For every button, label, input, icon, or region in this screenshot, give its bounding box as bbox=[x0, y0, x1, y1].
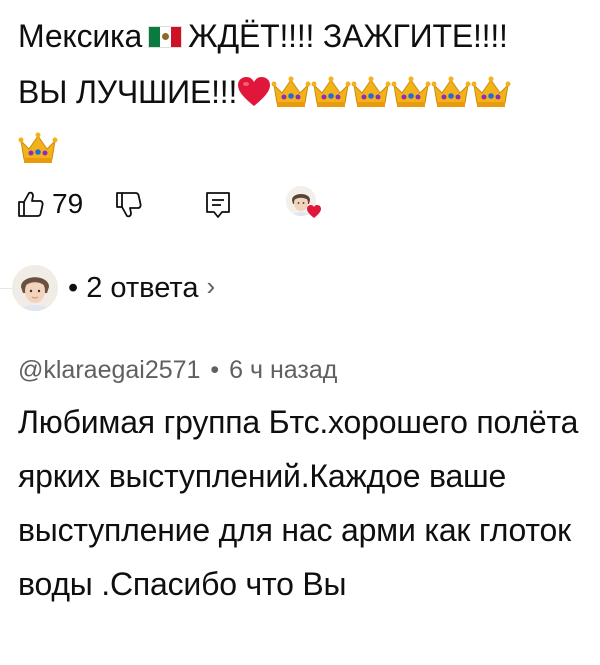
thumbs-up-icon bbox=[18, 191, 44, 217]
crown-icon bbox=[271, 76, 311, 107]
comment-header: @klaraegai2571 • 6 ч назад bbox=[18, 356, 337, 385]
comment-time: 6 ч назад bbox=[229, 356, 338, 384]
thumbs-down-icon bbox=[116, 192, 142, 218]
comment-text-part2: ЖДЁТ!!!! ЗАЖГИТЕ!!!! bbox=[188, 18, 508, 54]
crown-icon bbox=[431, 76, 471, 107]
crown-icon bbox=[311, 76, 351, 107]
like-button[interactable]: 79 bbox=[16, 188, 83, 220]
crown-icon bbox=[18, 132, 58, 163]
crown-icon bbox=[351, 76, 391, 107]
mexico-flag-icon bbox=[148, 25, 183, 48]
crown-icon bbox=[471, 76, 511, 107]
reply-comment-icon bbox=[206, 192, 230, 218]
dislike-button[interactable] bbox=[114, 190, 144, 220]
heart-icon bbox=[307, 205, 321, 218]
comment-text-part3: ВЫ ЛУЧШИЕ!!! bbox=[18, 74, 238, 110]
comment-text: Мексика ЖДЁТ!!!! ЗАЖГИТЕ!!!! ВЫ ЛУЧШИЕ!!! bbox=[18, 8, 593, 176]
creator-heart-badge bbox=[286, 186, 321, 218]
like-count: 79 bbox=[52, 188, 84, 219]
heart-icon bbox=[238, 76, 271, 106]
crown-icon bbox=[391, 76, 431, 107]
comment-text-part1: Мексика bbox=[18, 18, 143, 54]
replies-count-label: • 2 ответа bbox=[68, 271, 199, 304]
reply-button[interactable] bbox=[204, 190, 232, 220]
header-separator: • bbox=[210, 356, 220, 384]
thread-line bbox=[0, 288, 12, 289]
comment-text: Любимая группа Бтс.хорошего полёта ярких… bbox=[18, 404, 579, 602]
reply-author-avatar bbox=[12, 265, 58, 311]
comment-author[interactable]: @klaraegai2571 bbox=[18, 356, 200, 384]
comment-actions: 79 bbox=[16, 184, 436, 228]
chevron-right-icon: › bbox=[206, 270, 216, 301]
view-replies-button[interactable]: • 2 ответа › bbox=[12, 262, 215, 314]
